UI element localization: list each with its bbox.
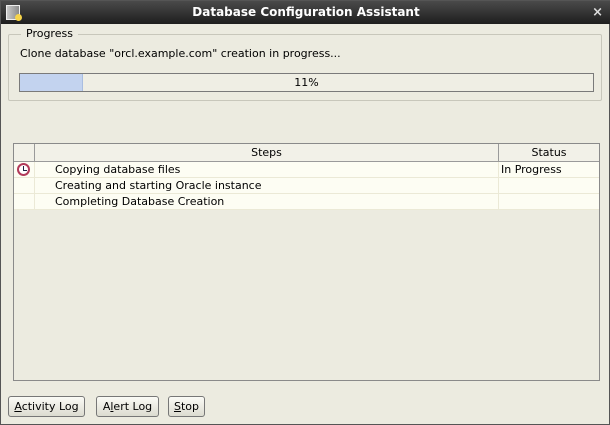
mnemonic: S [173, 400, 181, 413]
step-name: Creating and starting Oracle instance [35, 178, 499, 194]
mnemonic: A [14, 400, 22, 413]
step-status [499, 194, 599, 210]
step-status: In Progress [501, 163, 562, 176]
title-bar: Database Configuration Assistant × [1, 1, 610, 24]
alert-log-button[interactable]: Alert Log [96, 396, 159, 417]
label-part: top [180, 400, 199, 413]
table-row[interactable]: Copying database files In Progress [14, 162, 599, 178]
progress-bar: 11% [19, 73, 594, 92]
label-part: ctivity Log [21, 400, 79, 413]
progress-legend: Progress [21, 27, 78, 40]
step-name: Completing Database Creation [35, 194, 499, 210]
window-title: Database Configuration Assistant [192, 5, 420, 19]
stop-button[interactable]: Stop [168, 396, 205, 417]
app-icon [6, 5, 22, 21]
icon-column-header [14, 144, 35, 162]
close-icon[interactable]: × [592, 1, 603, 24]
clock-icon [17, 163, 30, 176]
status-column-header[interactable]: Status [499, 144, 599, 162]
progress-message: Clone database "orcl.example.com" creati… [20, 47, 341, 60]
table-row[interactable]: Completing Database Creation [14, 194, 599, 210]
steps-table: Steps Status Copying database files In P… [13, 143, 600, 381]
steps-column-header[interactable]: Steps [35, 144, 499, 162]
progress-percent: 11% [294, 76, 319, 89]
step-name: Copying database files [35, 162, 499, 178]
label-part: ert Log [113, 400, 153, 413]
table-row[interactable]: Creating and starting Oracle instance [14, 178, 599, 194]
activity-log-button[interactable]: Activity Log [8, 396, 85, 417]
step-status [499, 178, 599, 194]
